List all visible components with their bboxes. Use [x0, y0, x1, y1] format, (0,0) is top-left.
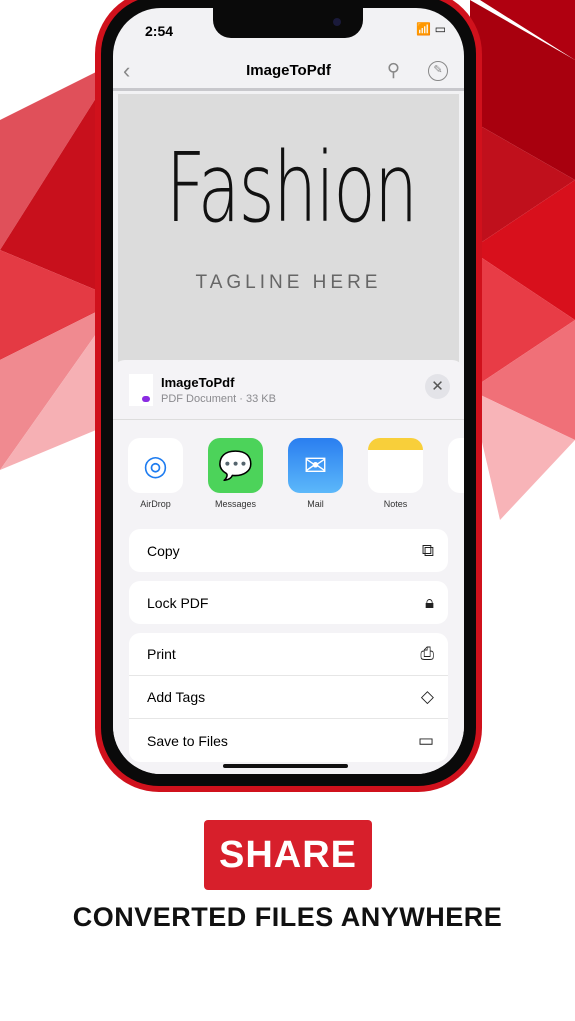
promo-subheadline: CONVERTED FILES ANYWHERE	[72, 902, 503, 932]
document-headline: Fashion	[165, 132, 418, 244]
app-mail[interactable]: ✉ Mail	[288, 438, 343, 509]
printer-icon: ⎙	[420, 644, 434, 663]
document-tagline: TAGLINE HERE	[195, 272, 382, 293]
mail-icon: ✉	[288, 438, 343, 493]
app-notes[interactable]: Notes	[368, 438, 423, 509]
action-add-tags[interactable]: Add Tags ◇	[129, 676, 448, 719]
notch	[213, 8, 363, 38]
nav-title: ImageToPdf	[246, 62, 331, 79]
share-sheet-header: ImageToPdf PDF Document · 33 KB ✕	[113, 360, 464, 420]
battery-icon: ▭	[434, 22, 446, 36]
slack-icon: ✱	[448, 438, 464, 493]
share-sheet: ImageToPdf PDF Document · 33 KB ✕ ◎ AirDr…	[113, 360, 464, 774]
phone-screen: 2:54 📶 ▭ ‹ ImageToPdf ⚲ ✎ Fashion TAGLIN…	[113, 8, 464, 774]
copy-icon: ⧉	[421, 540, 434, 560]
home-indicator	[223, 764, 348, 768]
app-slack[interactable]: ✱S	[448, 438, 464, 509]
file-info: PDF Document · 33 KB	[161, 392, 276, 405]
lock-icon: 🔒︎	[424, 592, 434, 612]
chevron-left-icon[interactable]: ‹	[123, 58, 130, 84]
file-thumbnail	[129, 373, 153, 406]
status-time: 2:54	[145, 23, 174, 39]
action-copy[interactable]: Copy ⧉	[129, 529, 448, 572]
share-apps-row[interactable]: ◎AirDrop 💬Messages ✉Mail Notes ✱S	[113, 420, 464, 509]
phone-frame: 2:54 📶 ▭ ‹ ImageToPdf ⚲ ✎ Fashion TAGLIN…	[95, 0, 482, 792]
status-icons: 📶 ▭	[416, 22, 446, 36]
action-lock-pdf[interactable]: Lock PDF 🔒︎	[129, 581, 448, 624]
file-name: ImageToPdf	[161, 374, 235, 390]
app-messages[interactable]: 💬 Messages	[208, 438, 263, 509]
close-icon[interactable]: ✕	[425, 374, 450, 399]
search-icon[interactable]: ⚲	[387, 60, 400, 81]
pdf-preview: Fashion TAGLINE HERE	[118, 94, 459, 394]
tag-icon: ◇	[420, 687, 434, 706]
action-save-to-files[interactable]: Save to Files ▭	[129, 719, 448, 762]
nav-bar: ‹ ImageToPdf ⚲ ✎	[113, 53, 464, 91]
airdrop-icon: ◎	[128, 438, 183, 493]
notes-icon	[368, 438, 423, 493]
messages-icon: 💬	[208, 438, 263, 493]
folder-icon: ▭	[417, 730, 434, 750]
action-print[interactable]: Print ⎙	[129, 633, 448, 676]
markup-icon[interactable]: ✎	[428, 60, 448, 81]
app-airdrop[interactable]: ◎ AirDrop	[128, 438, 183, 509]
promo-headline: SHARE	[204, 820, 372, 890]
wifi-icon: 📶	[416, 22, 432, 36]
